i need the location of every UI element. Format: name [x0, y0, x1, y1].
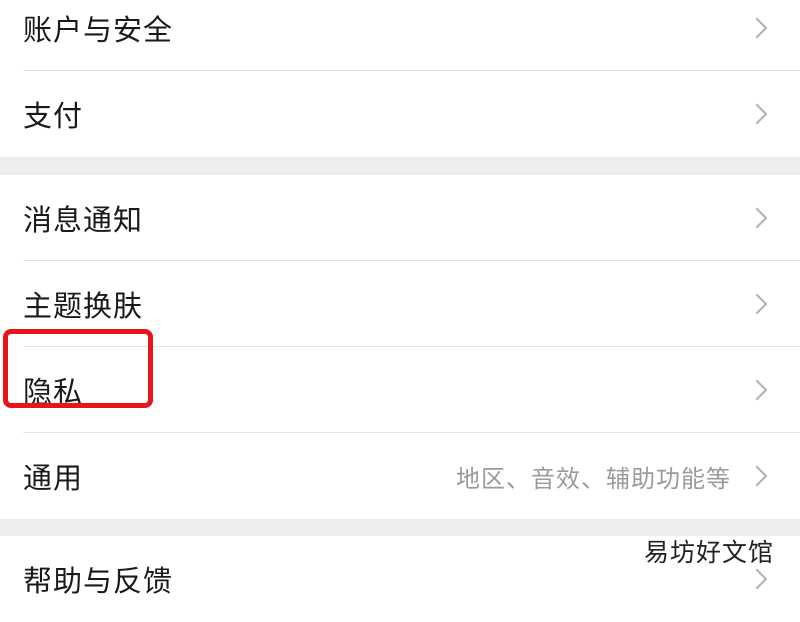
watermark-text: 易坊好文馆: [643, 538, 774, 567]
chevron-right-icon: [755, 293, 768, 315]
settings-item-label: 主题换肤: [23, 289, 144, 323]
settings-item-label: 支付: [23, 99, 84, 133]
settings-item-label: 消息通知: [23, 203, 144, 237]
chevron-right-icon: [755, 379, 768, 401]
settings-item-label: 帮助与反馈: [23, 564, 174, 598]
settings-item-general[interactable]: 通用 地区、音效、辅助功能等: [0, 433, 800, 519]
chevron-right-icon: [755, 17, 768, 39]
settings-item-label: 账户与安全: [23, 13, 174, 47]
chevron-right-icon: [755, 465, 768, 487]
chevron-right-icon: [755, 207, 768, 229]
chevron-right-icon: [755, 568, 768, 590]
settings-group-account: 账户与安全 支付: [0, 0, 800, 157]
settings-item-privacy[interactable]: 隐私: [0, 347, 800, 433]
settings-item-account-security[interactable]: 账户与安全: [0, 0, 800, 71]
settings-item-payment[interactable]: 支付: [0, 71, 800, 157]
settings-item-label: 通用: [23, 461, 84, 495]
settings-group-general: 消息通知 主题换肤 隐私 通用 地区、音效、辅助功能等: [0, 175, 800, 519]
settings-item-theme[interactable]: 主题换肤: [0, 261, 800, 347]
settings-item-notifications[interactable]: 消息通知: [0, 175, 800, 261]
settings-item-hint: 地区、音效、辅助功能等: [456, 464, 731, 493]
group-separator: [0, 157, 800, 175]
chevron-right-icon: [755, 103, 768, 125]
settings-item-label: 隐私: [23, 375, 84, 409]
